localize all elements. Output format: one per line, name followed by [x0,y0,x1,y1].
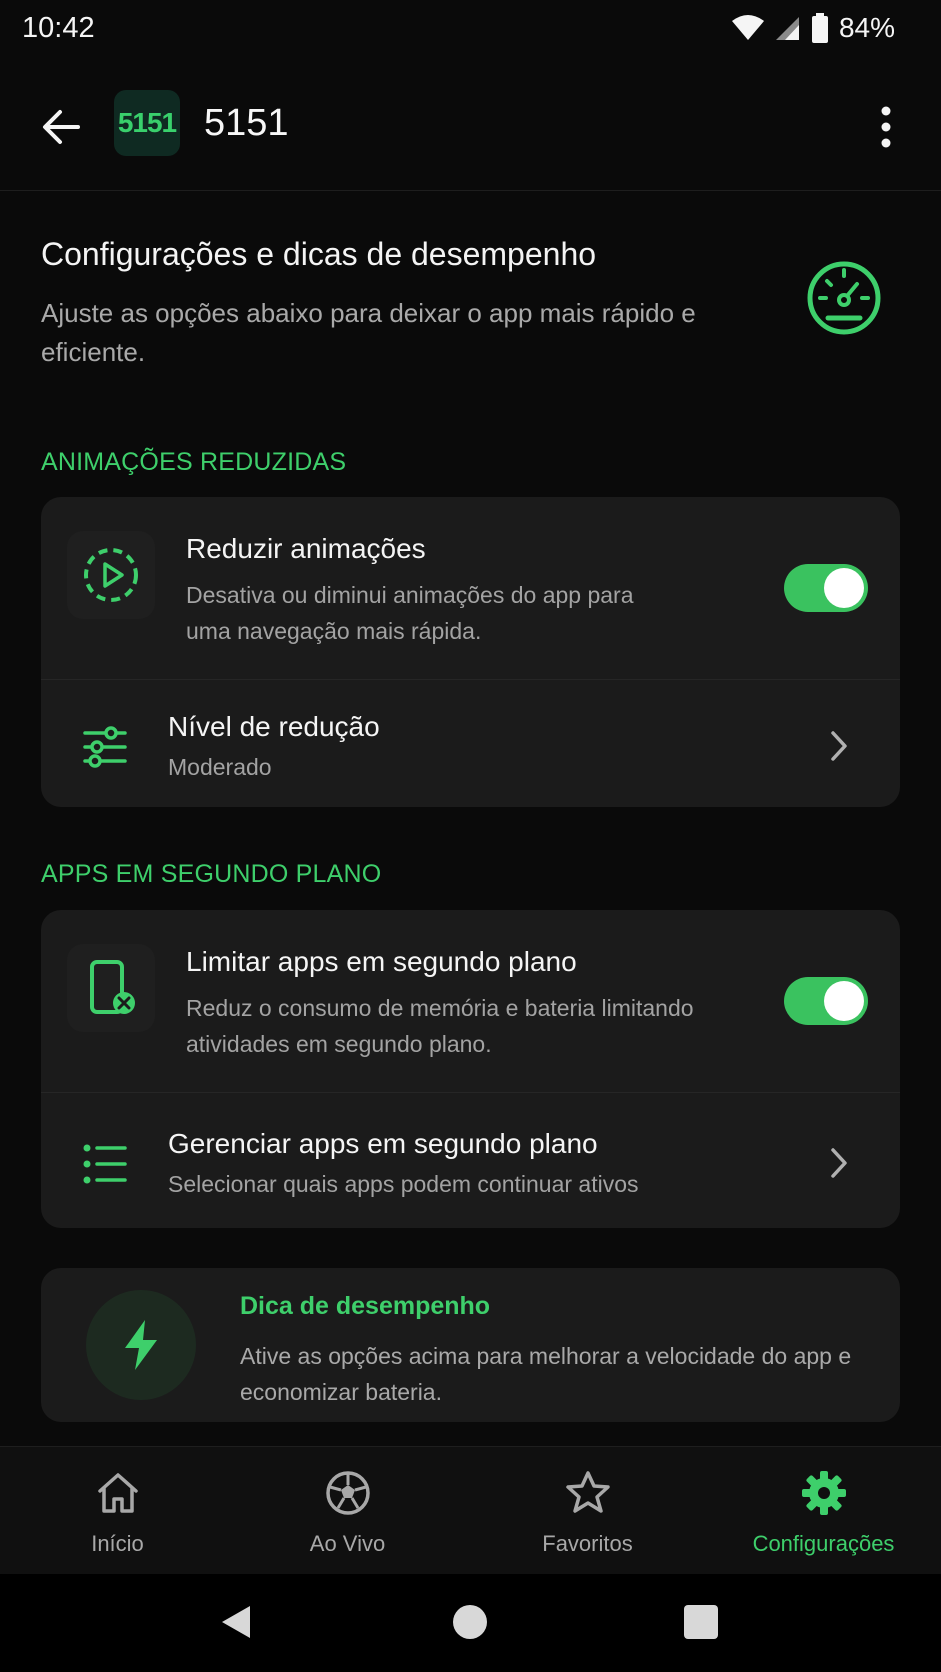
bottom-navigation: Início Ao Vivo Favoritos Configurações [0,1446,941,1575]
reduce-animations-title: Reduzir animações [186,533,426,564]
sliders-icon [83,726,127,768]
nav-label-favorites: Favoritos [542,1531,633,1556]
back-arrow-icon[interactable] [38,104,84,150]
gear-icon [801,1471,846,1515]
system-navigation-bar [0,1574,941,1672]
battery-icon [811,13,828,43]
status-time: 10:42 [22,12,95,44]
system-home-icon[interactable] [450,1602,490,1642]
card-divider [41,1092,900,1093]
app-logo: 5151 [114,90,180,156]
app-logo-text: 5151 [117,107,177,138]
wifi-icon [731,15,764,40]
nav-label-settings: Configurações [752,1531,895,1556]
settings-screen: 10:42 84% 5151 5151 Configurações e dica… [0,0,941,1672]
limit-background-toggle[interactable] [784,977,868,1025]
reduce-animations-toggle[interactable] [784,564,868,612]
cellular-signal-icon [775,17,799,40]
star-icon [565,1471,610,1513]
nav-label-home: Início [91,1531,144,1556]
speedometer-icon [807,261,881,335]
nav-label-live: Ao Vivo [309,1531,386,1556]
reduce-animations-icon-box [67,531,155,619]
play-circle-dashed-icon [84,548,138,602]
animations-card: Reduzir animações Desativa ou diminui an… [41,497,900,807]
section-label-background: APPS EM SEGUNDO PLANO [41,860,382,888]
lightning-bolt-icon [125,1320,157,1370]
limit-background-title: Limitar apps em segundo plano [186,946,577,977]
background-apps-card: Limitar apps em segundo plano Reduz o co… [41,910,900,1228]
tip-icon-circle [86,1290,196,1400]
nav-item-settings[interactable]: Configurações [706,1447,941,1575]
app-title: 5151 [204,102,289,144]
nav-item-live[interactable]: Ao Vivo [230,1447,465,1575]
home-icon [97,1473,138,1513]
system-recents-icon[interactable] [681,1602,721,1642]
status-icons: 84% [731,12,895,44]
page-subtitle: Ajuste as opções abaixo para deixar o ap… [41,298,696,367]
soccer-ball-icon [325,1471,370,1515]
reduce-animations-description: Desativa ou diminui animações do app par… [186,582,634,644]
reduction-level-title: Nível de redução [168,711,380,742]
manage-background-title: Gerenciar apps em segundo plano [168,1128,598,1159]
toggle-knob [824,981,864,1021]
manage-background-subtitle: Selecionar quais apps podem continuar at… [168,1171,639,1197]
phone-blocked-icon [90,960,135,1014]
limit-background-description: Reduz o consumo de memória e bateria lim… [186,995,694,1057]
chevron-right-icon [831,731,847,761]
status-bar: 10:42 84% [0,0,941,60]
system-back-icon[interactable] [216,1602,256,1642]
toggle-knob [824,568,864,608]
nav-item-favorites[interactable]: Favoritos [470,1447,705,1575]
battery-percent: 84% [838,12,895,43]
page-title: Configurações e dicas de desempenho [41,236,597,272]
limit-background-icon-box [67,944,155,1032]
performance-tip-card: Dica de desempenho Ative as opções acima… [41,1268,900,1422]
list-icon [83,1144,127,1184]
tip-text: Ative as opções acima para melhorar a ve… [240,1343,852,1405]
nav-item-home[interactable]: Início [0,1447,235,1575]
more-options-icon[interactable] [871,102,901,152]
card-divider [41,679,900,680]
reduction-level-value: Moderado [168,754,272,780]
section-label-animations: ANIMAÇÕES REDUZIDAS [41,448,347,476]
chevron-right-icon [831,1148,847,1178]
app-bar: 5151 5151 [0,80,941,191]
tip-title: Dica de desempenho [240,1292,491,1320]
